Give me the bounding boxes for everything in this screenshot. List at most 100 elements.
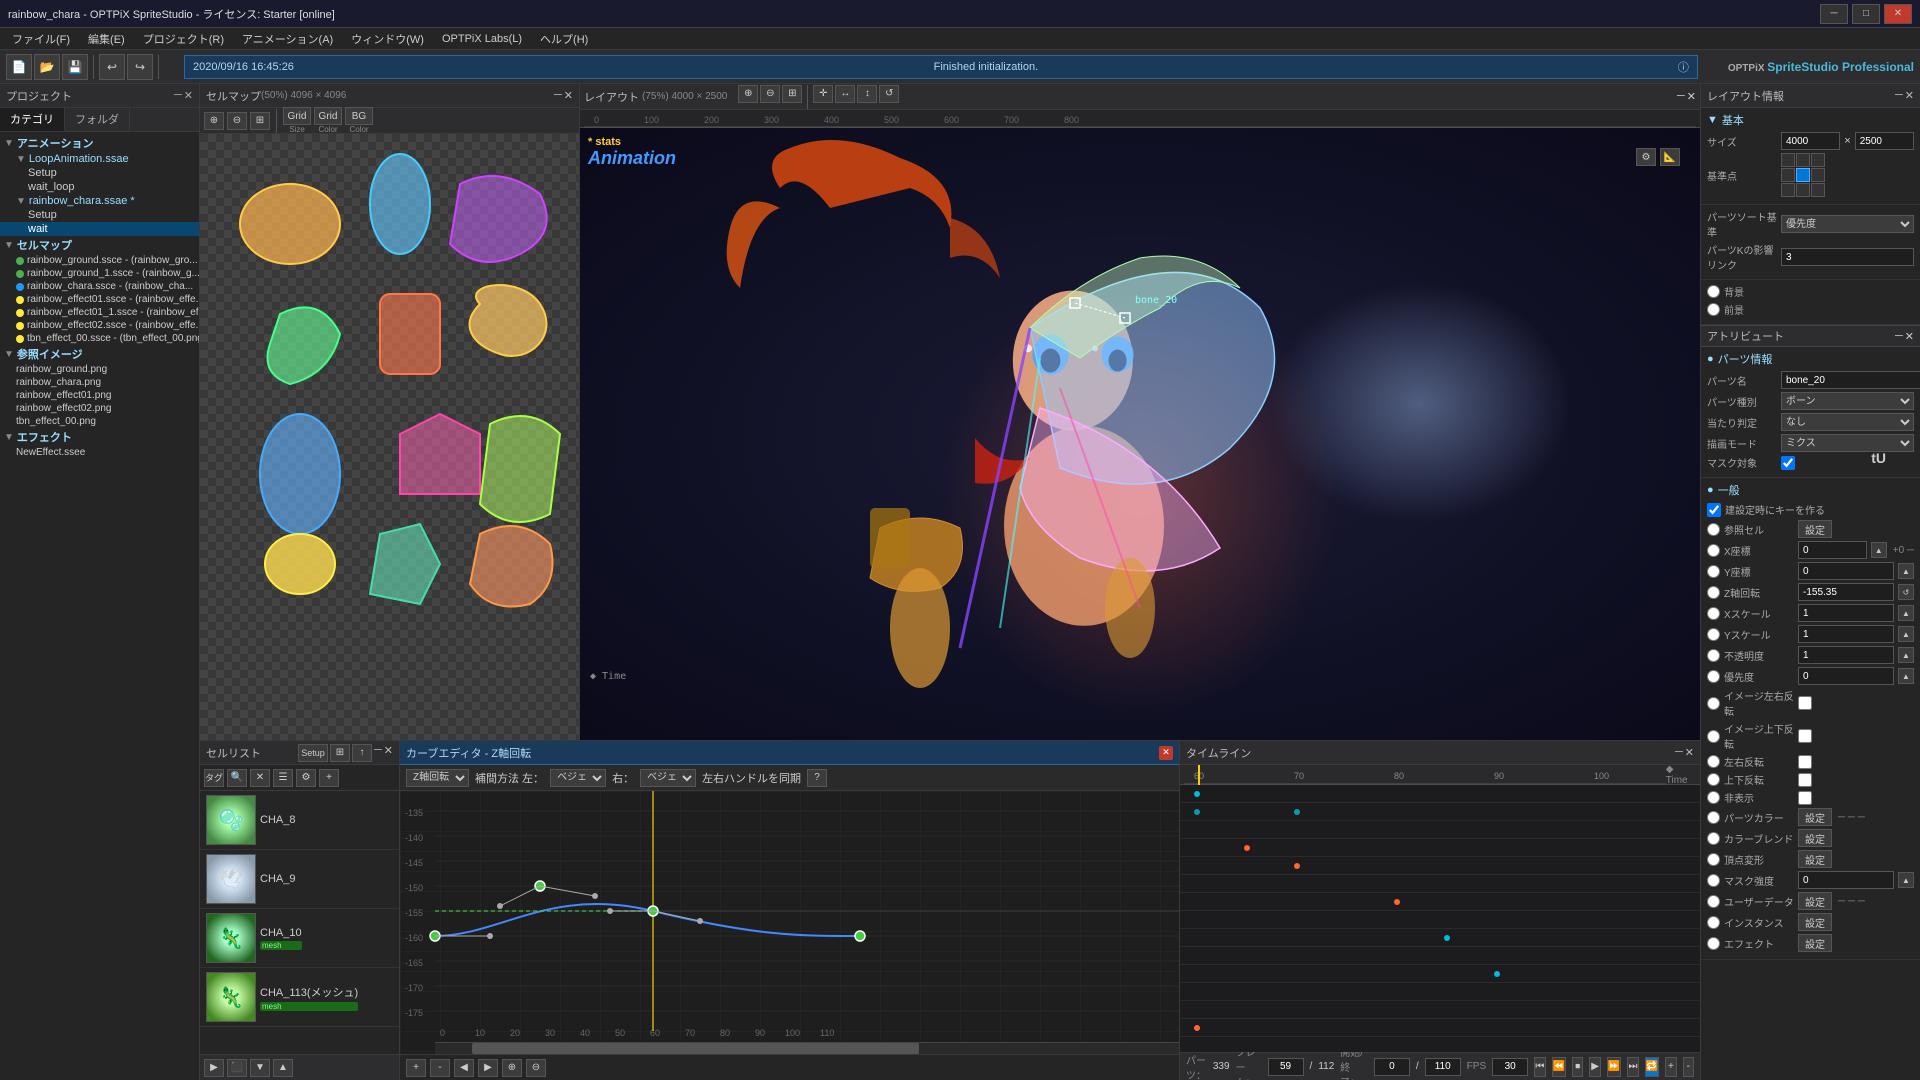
x-up-btn[interactable]: ▲: [1871, 542, 1887, 558]
curve-attribute-select[interactable]: Z軸回転: [406, 769, 469, 787]
part-influence-input[interactable]: [1781, 248, 1914, 266]
anim-ctrl-1[interactable]: ⚙: [1636, 148, 1656, 166]
parts-color-btn[interactable]: 設定: [1798, 808, 1832, 826]
tree-tbn-effect-png[interactable]: tbn_effect_00.png: [0, 415, 199, 428]
track-5[interactable]: [1180, 857, 1700, 875]
track-10[interactable]: [1180, 947, 1700, 965]
grid-color-btn[interactable]: Grid: [314, 107, 342, 125]
mask-strength-radio[interactable]: [1707, 874, 1720, 887]
curve-close-button[interactable]: ✕: [1159, 746, 1173, 760]
tree-rainbow-chara-png[interactable]: rainbow_chara.png: [0, 376, 199, 389]
priority-radio[interactable]: [1707, 670, 1720, 683]
start-input[interactable]: [1374, 1058, 1410, 1076]
cell-item-cha113[interactable]: 🦎 CHA_113(メッシュ) mesh: [200, 968, 399, 1027]
track-7[interactable]: [1180, 893, 1700, 911]
cell-list-close[interactable]: ✕: [384, 744, 393, 762]
effect-btn[interactable]: 設定: [1798, 934, 1832, 952]
track-15[interactable]: [1180, 1037, 1700, 1052]
cell-footer-btn2[interactable]: ⬛: [227, 1059, 247, 1077]
parts-color-radio[interactable]: [1707, 811, 1720, 824]
bg-color-btn[interactable]: BG: [345, 107, 373, 125]
save-button[interactable]: 💾: [62, 54, 88, 80]
tree-tbn-effect-ssce[interactable]: tbn_effect_00.ssce - (tbn_effect_00.png.…: [0, 332, 199, 345]
anim-ctrl-2[interactable]: 📐: [1660, 148, 1680, 166]
mask-checkbox[interactable]: [1781, 456, 1795, 470]
tree-wait-loop[interactable]: wait_loop: [0, 180, 199, 194]
right-panel-close[interactable]: ✕: [1905, 89, 1914, 102]
tab-category[interactable]: カテゴリ: [0, 108, 65, 131]
cellmap-close[interactable]: ✕: [564, 89, 573, 102]
anim-close[interactable]: ✕: [1687, 90, 1696, 103]
flip-v-radio[interactable]: [1707, 730, 1720, 743]
mask-strength-btn[interactable]: ▲: [1898, 872, 1914, 888]
y-up-btn[interactable]: ▲: [1898, 563, 1914, 579]
tree-rainbow-effect01-png[interactable]: rainbow_effect01.png: [0, 389, 199, 402]
x-radio[interactable]: [1707, 544, 1720, 557]
project-panel-close[interactable]: ✕: [184, 89, 193, 102]
anim-canvas[interactable]: * stats Animation: [580, 128, 1700, 740]
tree-loop-animation[interactable]: ▼ LoopAnimation.ssae: [0, 152, 199, 166]
track-11[interactable]: [1180, 965, 1700, 983]
flip-lr-checkbox[interactable]: [1798, 755, 1812, 769]
grid-size-btn[interactable]: Grid: [283, 107, 311, 125]
right-panel-minimize[interactable]: ─: [1895, 89, 1903, 102]
interp-right-select[interactable]: ベジェ: [640, 769, 696, 787]
fps-input[interactable]: [1492, 1058, 1528, 1076]
x-input[interactable]: [1798, 541, 1867, 559]
close-button[interactable]: ✕: [1884, 4, 1912, 24]
cell-item-cha8[interactable]: 🫧 CHA_8: [200, 791, 399, 850]
track-1[interactable]: [1180, 785, 1700, 803]
opacity-radio[interactable]: [1707, 649, 1720, 662]
opacity-input[interactable]: [1798, 646, 1894, 664]
track-12[interactable]: [1180, 983, 1700, 1001]
interp-left-select[interactable]: ベジェ: [550, 769, 606, 787]
cellmap-zoom-in[interactable]: ⊕: [204, 112, 224, 130]
menu-file[interactable]: ファイル(F): [4, 29, 78, 49]
undo-button[interactable]: ↩: [99, 54, 125, 80]
zoom-timeline-in[interactable]: +: [1665, 1057, 1676, 1077]
create-key-checkbox[interactable]: [1707, 503, 1721, 517]
track-6[interactable]: [1180, 875, 1700, 893]
cellmap-fit[interactable]: ⊞: [250, 112, 270, 130]
effect-radio[interactable]: [1707, 937, 1720, 950]
cellmap-canvas[interactable]: [200, 134, 579, 740]
cell-footer-btn1[interactable]: ▶: [204, 1059, 224, 1077]
cell-tag-btn[interactable]: タグ: [204, 769, 224, 787]
tree-rainbow-ground-1-ssce[interactable]: rainbow_ground_1.ssce - (rainbow_g...: [0, 267, 199, 280]
tree-rainbow-ground-png[interactable]: rainbow_ground.png: [0, 363, 199, 376]
attribute-minimize[interactable]: ─: [1895, 330, 1903, 343]
z-rot-radio[interactable]: [1707, 586, 1720, 599]
cell-footer-btn4[interactable]: ▲: [273, 1059, 293, 1077]
menu-optpix-labs[interactable]: OPTPiX Labs(L): [434, 31, 530, 47]
maximize-button[interactable]: □: [1852, 4, 1880, 24]
y-input[interactable]: [1798, 562, 1894, 580]
vertex-radio[interactable]: [1707, 853, 1720, 866]
z-rot-input[interactable]: [1798, 583, 1894, 601]
track-3[interactable]: [1180, 821, 1700, 839]
cell-list-export[interactable]: ↑: [352, 744, 372, 762]
tree-wait[interactable]: wait: [0, 222, 199, 236]
flip-ud-radio[interactable]: [1707, 773, 1720, 786]
cell-list-setup[interactable]: Setup: [298, 744, 328, 762]
part-sort-select[interactable]: 優先度: [1781, 215, 1914, 233]
mask-strength-input[interactable]: [1798, 871, 1894, 889]
anim-tool-2[interactable]: ↔: [835, 85, 855, 103]
curve-canvas-area[interactable]: -135 -140 -145 -150 -155 -160 -165 -170 …: [400, 791, 1179, 1054]
track-13[interactable]: [1180, 1001, 1700, 1019]
tree-rainbow-chara-ssce[interactable]: rainbow_chara.ssce - (rainbow_cha...: [0, 280, 199, 293]
curve-zoom-out[interactable]: ⊖: [526, 1059, 546, 1077]
tree-rainbow-effect02-ssce[interactable]: rainbow_effect02.ssce - (rainbow_effe...: [0, 319, 199, 332]
new-button[interactable]: 📄: [6, 54, 32, 80]
track-4[interactable]: [1180, 839, 1700, 857]
anim-tool-3[interactable]: ↕: [857, 85, 877, 103]
tree-rainbow-effect02-png[interactable]: rainbow_effect02.png: [0, 402, 199, 415]
menu-edit[interactable]: 編集(E): [80, 29, 133, 49]
cell-add-btn[interactable]: +: [319, 769, 339, 787]
anim-fit[interactable]: ⊞: [782, 85, 802, 103]
z-rot-btn[interactable]: ↺: [1898, 584, 1914, 600]
tab-folder[interactable]: フォルダ: [65, 108, 130, 131]
front-radio[interactable]: [1707, 303, 1720, 316]
anim-tool-4[interactable]: ↺: [879, 85, 899, 103]
priority-input[interactable]: [1798, 667, 1894, 685]
flip-h-checkbox[interactable]: [1798, 696, 1812, 710]
